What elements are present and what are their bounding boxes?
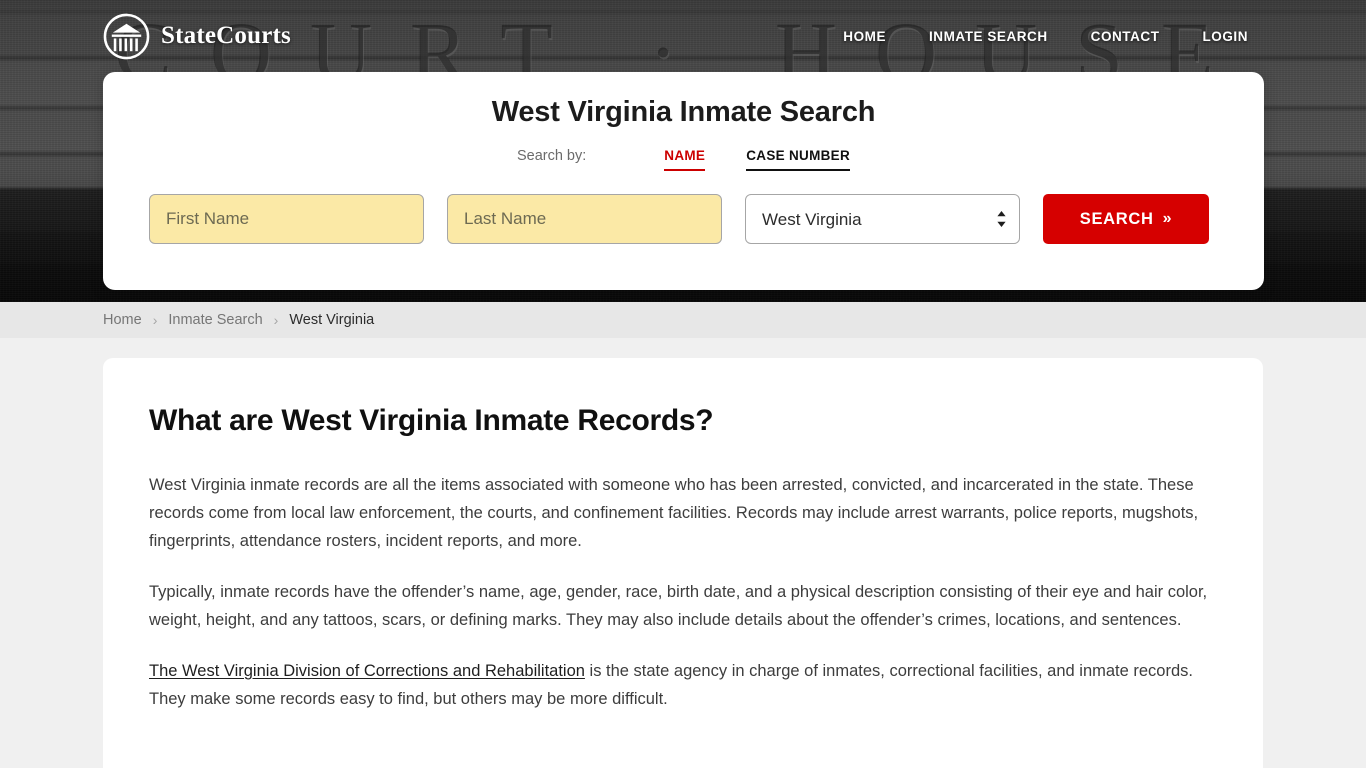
article-paragraph-3: The West Virginia Division of Correction… [149, 657, 1217, 713]
doc-link[interactable]: The West Virginia Division of Correction… [149, 662, 585, 680]
breadcrumb-item-inmate-search[interactable]: Inmate Search [168, 312, 262, 328]
nav-item-inmate-search[interactable]: INMATE SEARCH [929, 29, 1048, 44]
nav-item-home[interactable]: HOME [843, 29, 886, 44]
search-by-tabs: Search by: NAME CASE NUMBER [149, 148, 1218, 171]
state-select-wrapper: West Virginia [745, 194, 1020, 244]
breadcrumb: Home › Inmate Search › West Virginia [0, 302, 1366, 338]
last-name-input[interactable] [447, 194, 722, 244]
breadcrumb-item-current: West Virginia [289, 312, 375, 328]
main-nav: HOME INMATE SEARCH CONTACT LOGIN [843, 29, 1248, 44]
nav-item-contact[interactable]: CONTACT [1091, 29, 1160, 44]
brand-name: StateCourts [161, 22, 291, 49]
double-chevron-right-icon: » [1162, 210, 1173, 227]
inmate-search-card: West Virginia Inmate Search Search by: N… [103, 72, 1264, 290]
search-by-label: Search by: [516, 148, 587, 164]
search-button-label: SEARCH [1079, 209, 1154, 228]
search-card-title: West Virginia Inmate Search [491, 96, 876, 128]
page-title: What are West Virginia Inmate Records? [149, 404, 714, 437]
article-paragraph-2: Typically, inmate records have the offen… [149, 583, 1208, 629]
inmate-search-form: West Virginia SEARCH » [149, 194, 1218, 244]
courthouse-circle-icon [103, 13, 150, 60]
brand-logo-link[interactable]: StateCourts [103, 13, 291, 60]
top-navigation-bar: StateCourts HOME INMATE SEARCH CONTACT L… [0, 0, 1366, 72]
hero-section: COURT · HOUSE StateCourts HOME INMATE S [0, 0, 1366, 302]
article-paragraph-1: West Virginia inmate records are all the… [149, 476, 1199, 550]
first-name-input[interactable] [149, 194, 424, 244]
chevron-right-icon: › [273, 312, 279, 328]
tab-search-by-case-number[interactable]: CASE NUMBER [746, 148, 851, 171]
state-select[interactable]: West Virginia [745, 194, 1020, 244]
tab-search-by-name[interactable]: NAME [664, 148, 706, 171]
search-button[interactable]: SEARCH » [1043, 194, 1209, 244]
nav-item-login[interactable]: LOGIN [1203, 29, 1249, 44]
article-card: What are West Virginia Inmate Records? W… [103, 358, 1263, 768]
chevron-right-icon: › [152, 312, 158, 328]
content-area: What are West Virginia Inmate Records? W… [0, 338, 1366, 768]
breadcrumb-item-home[interactable]: Home [103, 312, 142, 328]
